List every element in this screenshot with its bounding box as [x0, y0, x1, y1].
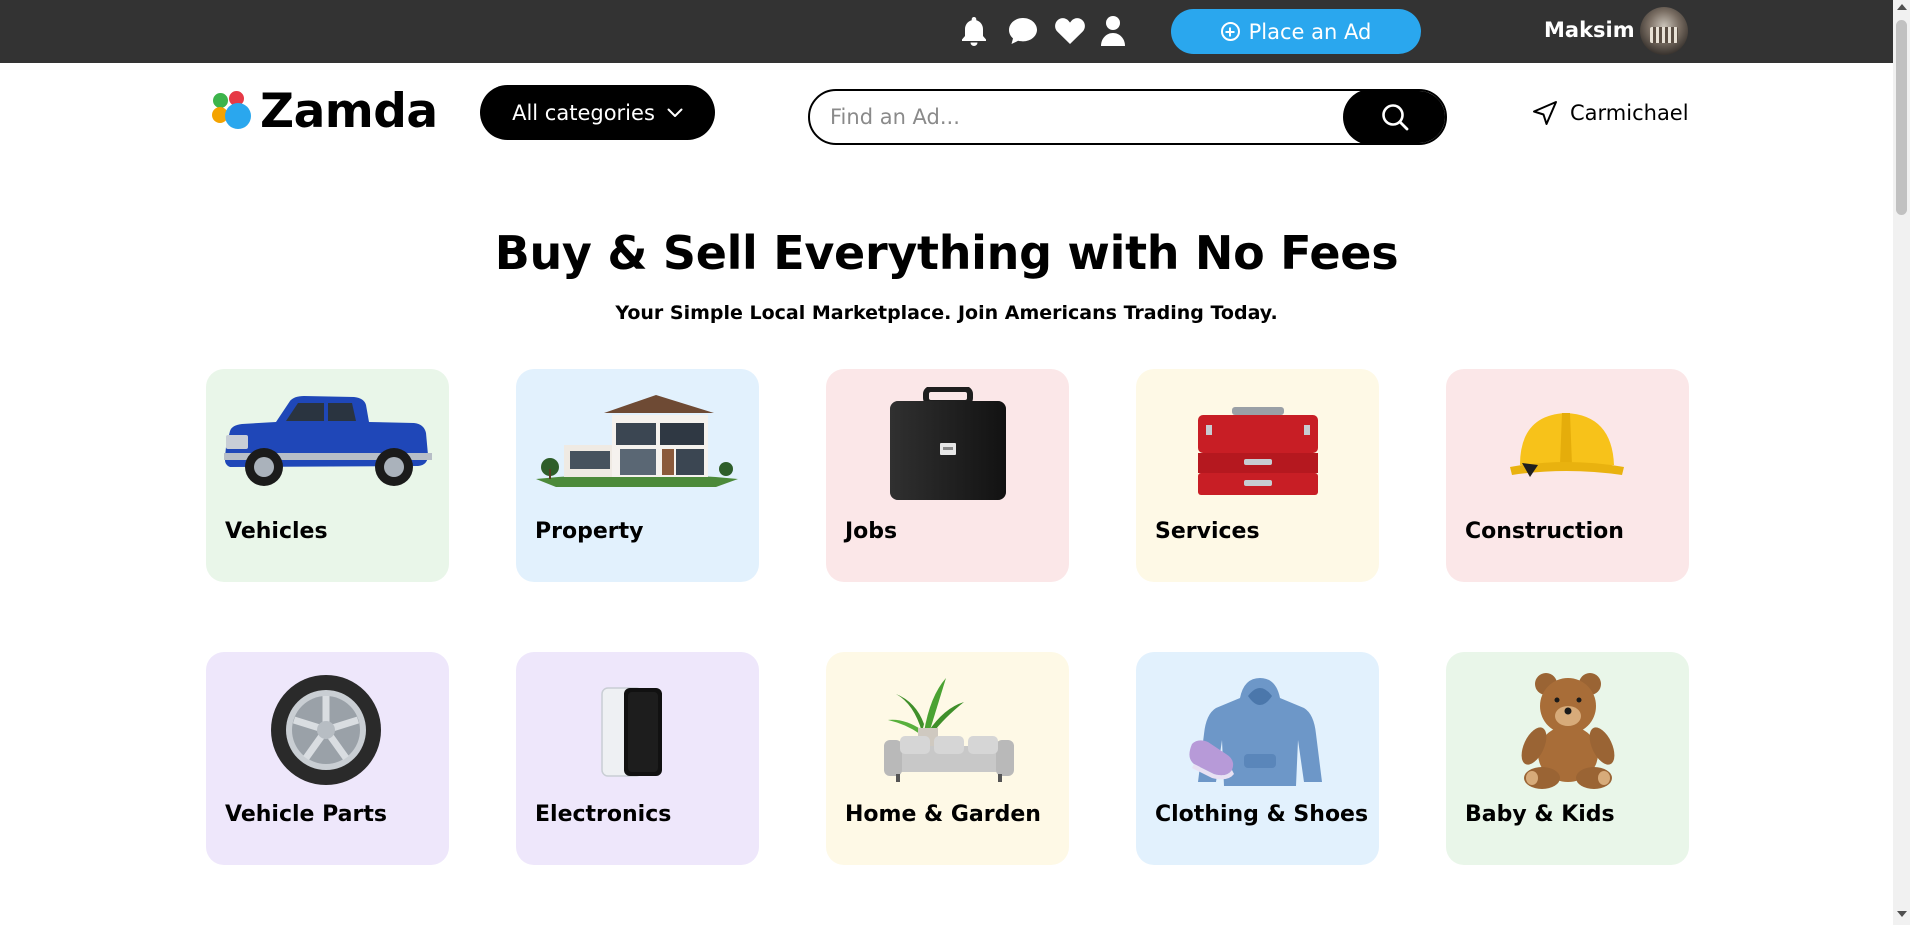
category-label: Construction: [1465, 519, 1624, 544]
user-icon[interactable]: [1096, 14, 1130, 48]
scroll-down-arrow-icon[interactable]: [1897, 911, 1907, 917]
category-card-property[interactable]: Property: [516, 369, 759, 582]
hard-hat-icon: [1446, 387, 1689, 502]
category-card-electronics[interactable]: Electronics: [516, 652, 759, 865]
place-ad-label: Place an Ad: [1248, 19, 1372, 44]
category-label: Baby & Kids: [1465, 802, 1615, 827]
logo-dots-icon: [210, 90, 254, 134]
username[interactable]: Maksim: [1544, 18, 1635, 42]
category-label: Services: [1155, 519, 1260, 544]
place-ad-button[interactable]: Place an Ad: [1171, 9, 1421, 54]
briefcase-icon: [826, 386, 1069, 502]
tire-wheel-icon: [206, 674, 449, 789]
category-label: Electronics: [535, 802, 672, 827]
pickup-truck-icon: [206, 387, 449, 502]
category-label: Clothing & Shoes: [1155, 802, 1369, 827]
category-label: Home & Garden: [845, 802, 1041, 827]
logo[interactable]: Zamda: [210, 88, 438, 135]
location-label: Carmichael: [1570, 101, 1689, 125]
search-input[interactable]: [810, 91, 1340, 143]
location-selector[interactable]: Carmichael: [1532, 100, 1689, 126]
category-card-home-garden[interactable]: Home & Garden: [826, 652, 1069, 865]
search-bar: [808, 89, 1447, 145]
top-bar: Place an Ad Maksim: [0, 0, 1893, 63]
modern-house-icon: [516, 387, 759, 502]
category-card-baby-kids[interactable]: Baby & Kids: [1446, 652, 1689, 865]
teddy-bear-icon: [1446, 670, 1689, 789]
heart-icon[interactable]: [1053, 14, 1087, 48]
category-label: Vehicles: [225, 519, 328, 544]
chevron-down-icon: [667, 108, 683, 117]
hero-subtitle: Your Simple Local Marketplace. Join Amer…: [615, 302, 1278, 324]
plus-circle-icon: [1220, 22, 1240, 41]
category-label: Vehicle Parts: [225, 802, 387, 827]
search-button[interactable]: [1343, 91, 1445, 143]
smartphones-icon: [516, 686, 759, 801]
category-card-vehicle-parts[interactable]: Vehicle Parts: [206, 652, 449, 865]
hero-title: Buy & Sell Everything with No Fees: [494, 226, 1399, 280]
hoodie-sneaker-icon: [1136, 674, 1379, 789]
sofa-plant-icon: [826, 674, 1069, 789]
logo-text: Zamda: [260, 84, 438, 139]
search-icon: [1382, 104, 1409, 131]
toolbox-icon: [1136, 387, 1379, 502]
category-card-services[interactable]: Services: [1136, 369, 1379, 582]
avatar[interactable]: [1640, 7, 1688, 55]
bell-icon[interactable]: [957, 14, 991, 48]
category-label: Property: [535, 519, 644, 544]
chat-icon[interactable]: [1006, 14, 1040, 48]
category-card-construction[interactable]: Construction: [1446, 369, 1689, 582]
category-card-clothing-shoes[interactable]: Clothing & Shoes: [1136, 652, 1379, 865]
all-categories-button[interactable]: All categories: [480, 85, 715, 140]
scroll-up-arrow-icon[interactable]: [1897, 4, 1907, 10]
category-card-vehicles[interactable]: Vehicles: [206, 369, 449, 582]
scrollbar-thumb[interactable]: [1896, 20, 1907, 215]
category-label: Jobs: [845, 519, 898, 544]
navigation-arrow-icon: [1533, 101, 1557, 125]
all-categories-label: All categories: [512, 100, 655, 125]
category-card-jobs[interactable]: Jobs: [826, 369, 1069, 582]
